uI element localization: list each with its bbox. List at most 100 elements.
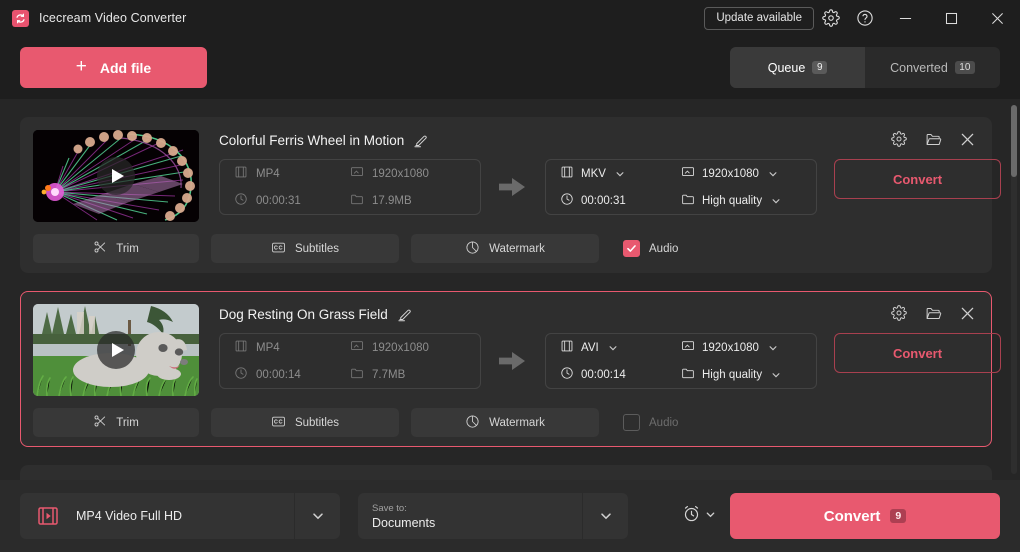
file-card[interactable]: [20, 465, 992, 480]
add-file-label: Add file: [100, 60, 151, 76]
folder-icon: [681, 192, 695, 209]
folder-open-icon[interactable]: [919, 300, 947, 326]
file-card[interactable]: Colorful Ferris Wheel in Motion MP4 1920…: [20, 117, 992, 273]
schedule-timer-button[interactable]: [676, 493, 722, 539]
video-thumbnail[interactable]: [33, 304, 199, 396]
bottom-bar: MP4 Video Full HD Save to: Documents Con…: [0, 480, 1020, 552]
source-format: MP4: [234, 339, 350, 356]
chevron-down-icon: [771, 370, 781, 380]
output-resolution-label: 1920x1080: [702, 342, 759, 354]
source-format-label: MP4: [256, 342, 280, 354]
chevron-down-icon: [768, 343, 778, 353]
film-icon: [560, 165, 574, 182]
gear-icon[interactable]: [885, 126, 913, 152]
subtitles-label: Subtitles: [295, 243, 339, 255]
window-controls: Update available: [704, 0, 1020, 36]
output-format-dropdown[interactable]: AVI: [560, 339, 681, 356]
output-resolution-dropdown[interactable]: 1920x1080: [681, 339, 802, 356]
output-format-label: AVI: [581, 342, 599, 354]
card-tool-row: Trim Subtitles Watermark Audio: [33, 408, 678, 437]
cc-icon: [271, 414, 286, 432]
save-to-value: Documents: [372, 516, 435, 530]
folder-icon: [350, 366, 364, 383]
add-file-button[interactable]: + Add file: [20, 47, 207, 88]
tab-queue[interactable]: Queue 9: [730, 47, 865, 88]
close-icon[interactable]: [953, 300, 981, 326]
video-thumbnail[interactable]: [33, 130, 199, 222]
film-icon: [234, 339, 248, 356]
cc-icon: [271, 240, 286, 258]
audio-label: Audio: [649, 417, 678, 429]
output-duration-label: 00:00:14: [581, 369, 626, 381]
gear-icon[interactable]: [814, 0, 848, 36]
pencil-icon[interactable]: [397, 307, 412, 322]
trim-button[interactable]: Trim: [33, 408, 199, 437]
output-quality-dropdown[interactable]: High quality: [681, 366, 802, 383]
checkbox-box: [623, 414, 640, 431]
source-size-label: 17.9MB: [372, 195, 412, 207]
folder-icon: [681, 366, 695, 383]
output-format-dropdown[interactable]: MKV: [560, 165, 681, 182]
vertical-scrollbar[interactable]: [1011, 105, 1017, 474]
watermark-button[interactable]: Watermark: [411, 234, 599, 263]
tab-converted[interactable]: Converted 10: [865, 47, 1000, 88]
file-card[interactable]: Dog Resting On Grass Field MP4 1920x1080: [20, 291, 992, 447]
folder-icon: [350, 192, 364, 209]
output-quality-dropdown[interactable]: High quality: [681, 192, 802, 209]
question-circle-icon[interactable]: [848, 0, 882, 36]
tab-queue-label: Queue: [768, 61, 806, 75]
update-available-button[interactable]: Update available: [704, 7, 814, 30]
alarm-clock-icon: [682, 504, 701, 528]
play-icon[interactable]: [97, 331, 135, 369]
film-icon: [560, 339, 574, 356]
audio-checkbox[interactable]: Audio: [623, 240, 678, 257]
watermark-button[interactable]: Watermark: [411, 408, 599, 437]
chevron-down-icon: [771, 196, 781, 206]
toolbar: + Add file Queue 9 Converted 10: [0, 36, 1020, 99]
arrow-right-icon: [499, 352, 525, 370]
card-convert-button[interactable]: Convert: [834, 159, 1001, 199]
file-title-row: Colorful Ferris Wheel in Motion: [219, 130, 428, 150]
close-icon[interactable]: [974, 0, 1020, 36]
main-convert-badge: 9: [890, 509, 906, 524]
output-duration: 00:00:14: [560, 366, 681, 383]
folder-open-icon[interactable]: [919, 126, 947, 152]
audio-checkbox[interactable]: Audio: [623, 414, 678, 431]
clock-icon: [234, 192, 248, 209]
gear-icon[interactable]: [885, 300, 913, 326]
monitor-icon: [350, 165, 364, 182]
checkbox-box: [623, 240, 640, 257]
subtitles-button[interactable]: Subtitles: [211, 234, 399, 263]
trim-button[interactable]: Trim: [33, 234, 199, 263]
output-preset-dropdown[interactable]: MP4 Video Full HD: [20, 493, 340, 539]
file-queue-list: Colorful Ferris Wheel in Motion MP4 1920…: [0, 99, 1020, 480]
chevron-down-icon: [768, 169, 778, 179]
save-to-key: Save to:: [372, 503, 435, 514]
chevron-down-icon[interactable]: [294, 493, 340, 539]
subtitles-button[interactable]: Subtitles: [211, 408, 399, 437]
trim-label: Trim: [116, 243, 139, 255]
icecream-logo-icon: [12, 10, 29, 27]
save-to-selector[interactable]: Save to: Documents: [358, 493, 628, 539]
source-resolution: 1920x1080: [350, 339, 466, 356]
clock-icon: [234, 366, 248, 383]
output-resolution-dropdown[interactable]: 1920x1080: [681, 165, 802, 182]
play-icon[interactable]: [97, 157, 135, 195]
main-convert-button[interactable]: Convert 9: [730, 493, 1000, 539]
chevron-down-icon: [615, 169, 625, 179]
pencil-icon[interactable]: [413, 133, 428, 148]
close-icon[interactable]: [953, 126, 981, 152]
app-title: Icecream Video Converter: [39, 11, 186, 25]
arrow-right-icon: [499, 178, 525, 196]
scrollbar-thumb[interactable]: [1011, 105, 1017, 177]
clock-icon: [560, 366, 574, 383]
minimize-icon[interactable]: [882, 0, 928, 36]
save-to-text: Save to: Documents: [372, 503, 435, 530]
monitor-icon: [681, 165, 695, 182]
maximize-icon[interactable]: [928, 0, 974, 36]
preset-label: MP4 Video Full HD: [76, 509, 182, 523]
chevron-down-icon[interactable]: [582, 493, 628, 539]
file-title-row: Dog Resting On Grass Field: [219, 304, 412, 324]
video-file-icon: [36, 504, 60, 528]
card-convert-button[interactable]: Convert: [834, 333, 1001, 373]
